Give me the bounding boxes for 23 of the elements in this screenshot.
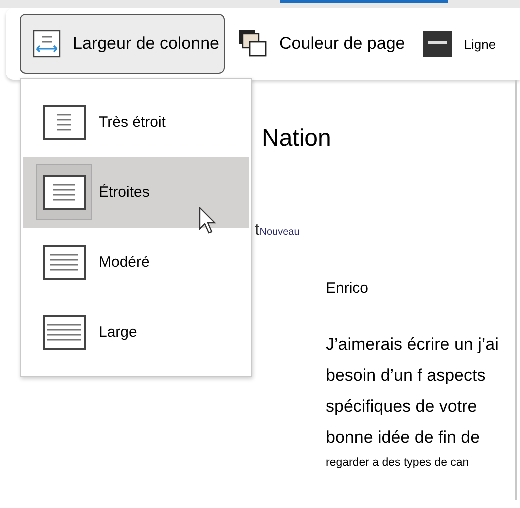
page-color-icon (238, 29, 268, 59)
greeting-text: Enrico (326, 280, 369, 297)
column-width-button[interactable]: Largeur de colonne (20, 14, 225, 74)
paragraph-line: J’aimerais écrire un j’ai (326, 335, 499, 355)
paragraph-line: spécifiques de votre (326, 397, 478, 417)
paragraph-line: besoin d’un f aspects (326, 366, 487, 386)
document-title: Nation (262, 125, 332, 153)
column-width-icon (33, 30, 61, 58)
page-color-button[interactable]: Couleur de page (224, 14, 410, 74)
menu-item[interactable]: Modéré (23, 228, 249, 298)
menu-item[interactable]: Très étroit (23, 87, 249, 158)
paragraph-line: regarder a des types de can (326, 457, 470, 469)
paragraph-line: bonne idée de fin de (326, 428, 482, 448)
document-text: t (255, 220, 260, 240)
column-layout-icon (42, 174, 86, 210)
column-layout-icon (42, 104, 86, 140)
new-label: Nouveau (260, 227, 300, 238)
column-layout-icon (42, 245, 86, 280)
menu-item[interactable]: Large (23, 298, 249, 368)
mouse-cursor-icon (199, 207, 219, 235)
menu-item[interactable]: Étroites (23, 157, 249, 228)
column-layout-icon (42, 315, 86, 350)
line-button[interactable]: Ligne (410, 14, 502, 74)
